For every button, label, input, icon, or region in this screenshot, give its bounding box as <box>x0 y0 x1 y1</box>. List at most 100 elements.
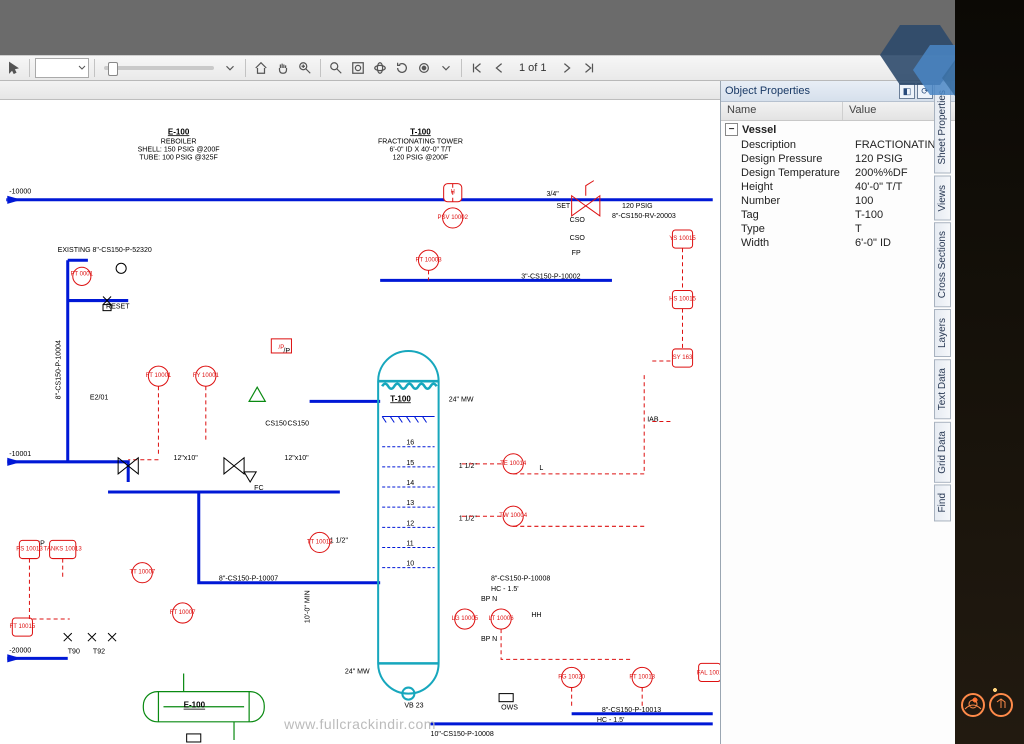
svg-text:6'-0" ID X 40'-0" T/T: 6'-0" ID X 40'-0" T/T <box>389 146 452 153</box>
property-columns-header: Name Value <box>721 102 955 121</box>
svg-text:10"-CS150-P-10008: 10"-CS150-P-10008 <box>431 731 494 738</box>
svg-text:BP N: BP N <box>481 636 497 643</box>
svg-text:10: 10 <box>406 561 414 568</box>
property-row[interactable]: TypeT <box>721 222 955 236</box>
property-group-vessel[interactable]: − Vessel <box>721 121 955 138</box>
svg-text:CS150: CS150 <box>287 421 309 428</box>
sheet-dropdown[interactable] <box>35 58 89 78</box>
panel-new-icon[interactable]: ◧ <box>899 83 915 99</box>
rotate-icon[interactable] <box>392 58 412 78</box>
svg-text:8"-CS150-P-10008: 8"-CS150-P-10008 <box>491 576 550 583</box>
svg-text:CS150: CS150 <box>265 421 287 428</box>
zoom-slider[interactable] <box>104 66 214 70</box>
prop-name: Type <box>741 223 855 235</box>
view-icon[interactable] <box>414 58 434 78</box>
svg-text:10'-0" MIN: 10'-0" MIN <box>305 590 312 623</box>
svg-text:LT 10006: LT 10006 <box>489 616 515 622</box>
property-row[interactable]: Design Temperature200%%DF <box>721 166 955 180</box>
svg-text:FT 0001: FT 0001 <box>71 271 94 277</box>
property-row[interactable]: Width6'-0" ID <box>721 236 955 250</box>
collapse-icon[interactable]: − <box>725 123 738 136</box>
svg-text:FT 10015: FT 10015 <box>10 624 36 630</box>
next-page-icon[interactable] <box>557 58 577 78</box>
svg-text:24" MW: 24" MW <box>345 668 370 675</box>
svg-text:CSO: CSO <box>570 235 586 242</box>
svg-text:YS 10015: YS 10015 <box>669 236 696 242</box>
home-icon[interactable] <box>251 58 271 78</box>
svg-text:L: L <box>539 465 543 472</box>
svg-text:3"-CS150-P-10002: 3"-CS150-P-10002 <box>521 273 580 280</box>
property-row[interactable]: Height40'-0" T/T <box>721 180 955 194</box>
cursor-tool-icon[interactable] <box>4 58 24 78</box>
side-tab-find[interactable]: Find <box>934 484 951 521</box>
svg-text:FRACTIONATING TOWER: FRACTIONATING TOWER <box>378 138 463 145</box>
property-row[interactable]: Number100 <box>721 194 955 208</box>
zoom-dropdown-icon[interactable] <box>220 58 240 78</box>
zoom-extents-icon[interactable] <box>348 58 368 78</box>
drawing-viewport[interactable]: E-100 REBOILER SHELL: 150 PSIG @200F TUB… <box>0 81 720 744</box>
svg-text:120 PSIG: 120 PSIG <box>622 203 653 210</box>
orbit-icon[interactable] <box>370 58 390 78</box>
svg-text:8"-CS150-P-10007: 8"-CS150-P-10007 <box>219 576 278 583</box>
svg-text:1 1/2": 1 1/2" <box>330 537 349 544</box>
svg-text:1 1/2": 1 1/2" <box>459 463 478 470</box>
view-dropdown-icon[interactable] <box>436 58 456 78</box>
svg-text:LG 10005: LG 10005 <box>452 616 479 622</box>
svg-text:SHELL: 150 PSIG @200F: SHELL: 150 PSIG @200F <box>138 146 221 153</box>
side-tab-grid-data[interactable]: Grid Data <box>934 422 951 483</box>
svg-text:T-100: T-100 <box>410 127 431 136</box>
main-toolbar: 1 of 1 <box>0 55 955 81</box>
prop-name: Description <box>741 139 855 151</box>
property-tree: − Vessel DescriptionFRACTIONATINGDesign … <box>721 121 955 744</box>
svg-text:120 PSIG @200F: 120 PSIG @200F <box>393 154 449 161</box>
svg-text:12"x10": 12"x10" <box>284 455 309 462</box>
svg-text:/P: /P <box>279 345 285 351</box>
panel-refresh-icon[interactable]: ⟳ <box>917 83 933 99</box>
svg-text:/P: /P <box>283 348 290 355</box>
prev-page-icon[interactable] <box>489 58 509 78</box>
prop-name: Width <box>741 237 855 249</box>
svg-text:12: 12 <box>406 520 414 527</box>
property-row[interactable]: TagT-100 <box>721 208 955 222</box>
prop-name: Number <box>741 195 855 207</box>
svg-text:12"x10": 12"x10" <box>174 455 199 462</box>
svg-text:SY 163: SY 163 <box>673 355 693 361</box>
pan-icon[interactable] <box>273 58 293 78</box>
svg-text:FY 10001: FY 10001 <box>193 373 220 379</box>
zoom-in-icon[interactable] <box>295 58 315 78</box>
side-tab-sheet-properties[interactable]: Sheet Properties <box>934 81 951 174</box>
property-row[interactable]: Design Pressure120 PSIG <box>721 152 955 166</box>
svg-text:15: 15 <box>406 460 414 467</box>
svg-text:FAL 1001: FAL 1001 <box>697 670 720 676</box>
property-row[interactable]: DescriptionFRACTIONATING <box>721 138 955 152</box>
side-tab-views[interactable]: Views <box>934 176 951 221</box>
svg-text:HH: HH <box>531 612 541 619</box>
svg-text:TW 10004: TW 10004 <box>499 513 527 519</box>
side-tab-layers[interactable]: Layers <box>934 309 951 357</box>
zoom-window-icon[interactable] <box>326 58 346 78</box>
svg-text:OWS: OWS <box>501 705 518 712</box>
svg-text:T90: T90 <box>68 648 80 655</box>
svg-text:-10000: -10000 <box>9 189 31 196</box>
svg-text:BP N: BP N <box>481 596 497 603</box>
tower-t100[interactable]: T-100 16 15 14 13 12 11 10 VB 23 <box>378 351 438 710</box>
col-name-header[interactable]: Name <box>721 102 843 120</box>
side-tab-strip: Sheet Properties ViewsCross Sections Layer… <box>934 0 955 744</box>
side-tab-cross-sections[interactable]: Cross Sections <box>934 222 951 307</box>
side-tab-text-data[interactable]: Text Data <box>934 359 951 419</box>
svg-text:PT 10003: PT 10003 <box>416 257 443 263</box>
svg-text:FT 10001: FT 10001 <box>146 373 172 379</box>
page-indicator: 1 of 1 <box>519 62 547 74</box>
heat-exchanger-e100[interactable]: E-100 <box>143 673 264 740</box>
last-page-icon[interactable] <box>579 58 599 78</box>
svg-text:E-100: E-100 <box>168 127 190 136</box>
instrument-bubbles: FT 0001 H PSV 10002 PT 10003 FT 10001 FY… <box>10 184 720 688</box>
pid-drawing[interactable]: E-100 REBOILER SHELL: 150 PSIG @200F TUB… <box>0 99 720 744</box>
svg-text:IAB: IAB <box>647 417 659 424</box>
svg-text:FT 10013: FT 10013 <box>629 674 655 680</box>
prop-name: Design Temperature <box>741 167 855 179</box>
object-properties-panel: Object Properties ◧ ⟳ ✕ Name Value − Ves… <box>720 81 955 744</box>
svg-text:T92: T92 <box>93 648 105 655</box>
stage-background <box>0 0 955 55</box>
first-page-icon[interactable] <box>467 58 487 78</box>
